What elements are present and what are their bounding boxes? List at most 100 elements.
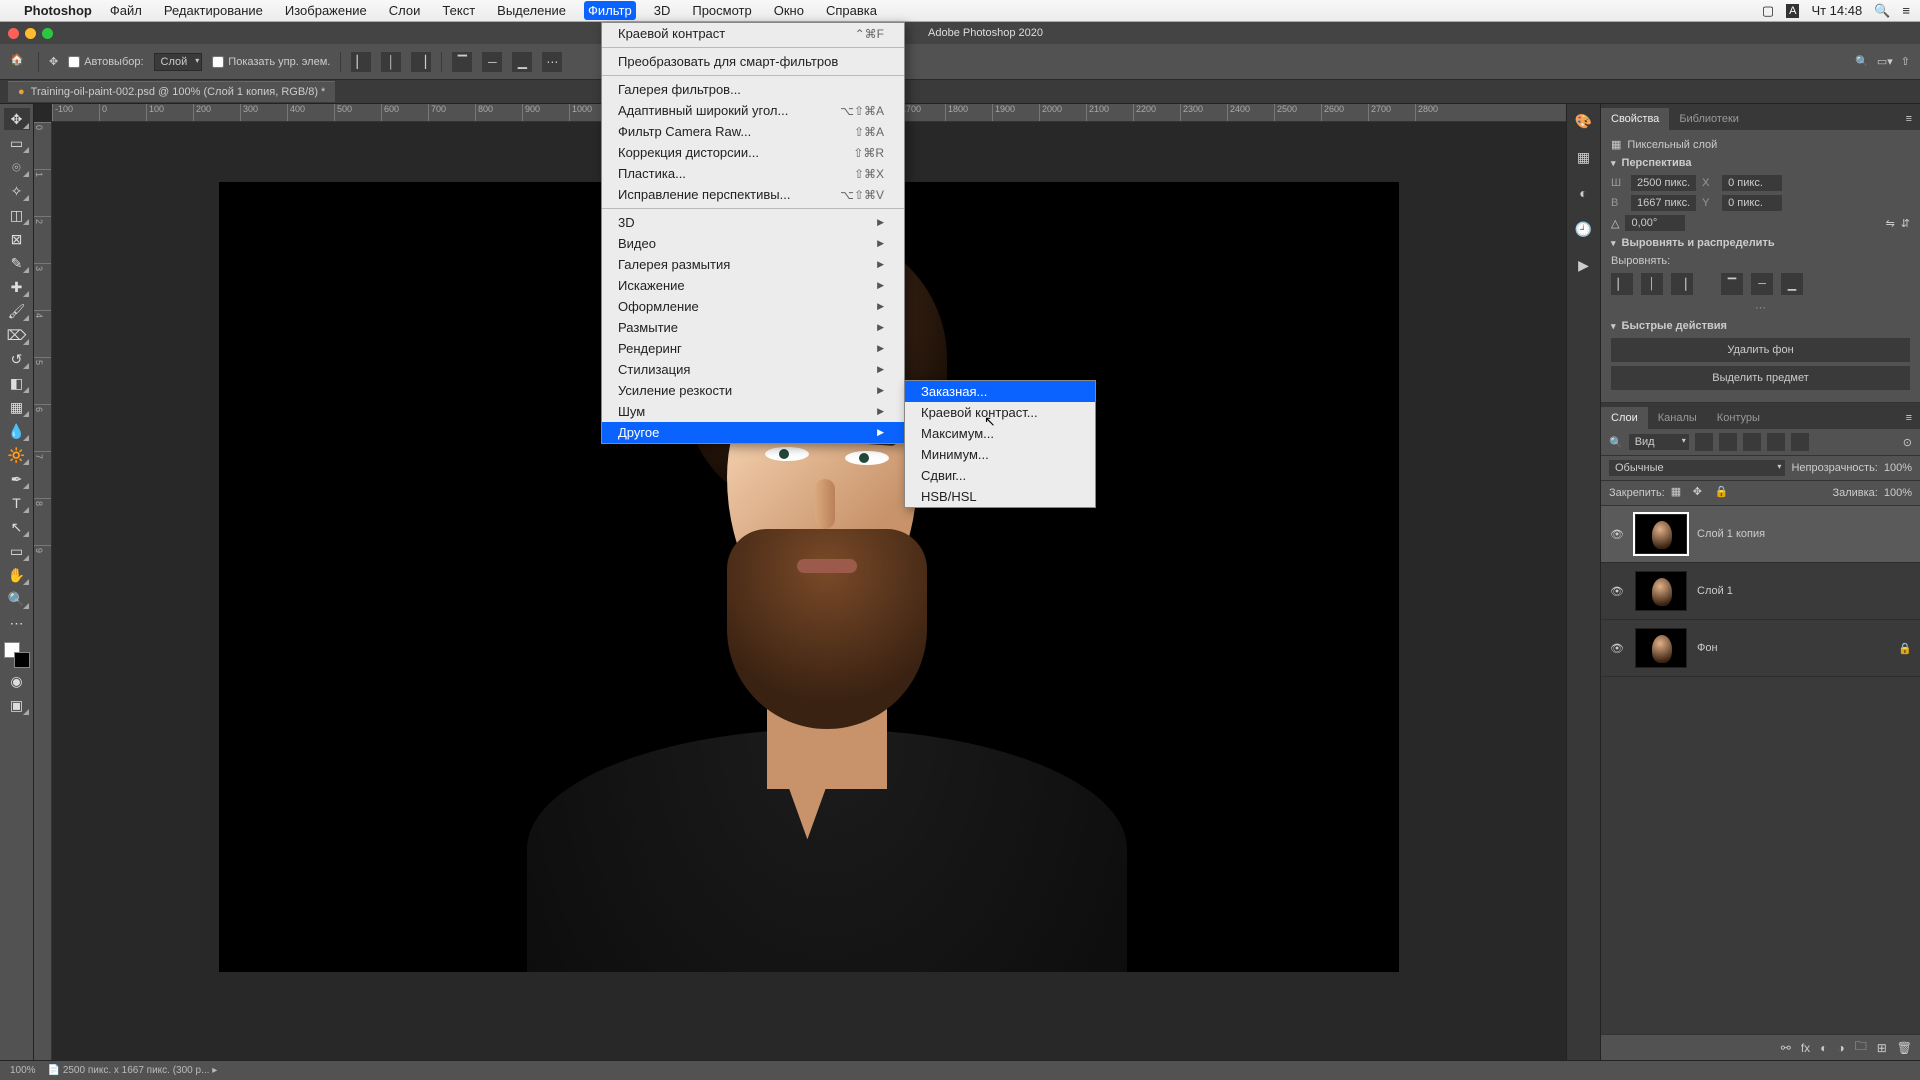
magic-wand-tool[interactable]: ✧ [4, 180, 30, 202]
align-vcenter-button[interactable]: ─ [1751, 273, 1773, 295]
layer-filter-kind[interactable]: Вид [1629, 434, 1689, 450]
align-section[interactable]: Выровнять и распределить [1611, 237, 1910, 249]
type-tool[interactable]: T [4, 492, 30, 514]
quickmask-icon[interactable]: ◉ [4, 670, 30, 692]
dodge-tool[interactable]: 🔆 [4, 444, 30, 466]
align-bottom-button[interactable]: ▁ [1781, 273, 1803, 295]
layer-row[interactable]: 👁 Слой 1 копия [1601, 506, 1920, 563]
spotlight-icon[interactable]: 🔍 [1874, 3, 1890, 19]
submenu-item[interactable]: Краевой контраст... [905, 402, 1095, 423]
zoom-window-button[interactable] [42, 28, 53, 39]
history-brush-tool[interactable]: ↺ [4, 348, 30, 370]
menu-file[interactable]: Файл [106, 1, 146, 20]
flip-h-icon[interactable]: ⇋ [1886, 217, 1895, 230]
menu-item[interactable]: Адаптивный широкий угол...⌥⇧⌘A [602, 100, 904, 121]
mask-icon[interactable]: ◐ [1820, 1041, 1827, 1055]
remove-background-button[interactable]: Удалить фон [1611, 338, 1910, 362]
tab-layers[interactable]: Слои [1601, 407, 1648, 429]
panel-menu-icon[interactable]: ≡ [1898, 108, 1920, 130]
layer-thumbnail[interactable] [1635, 628, 1687, 668]
visibility-icon[interactable]: 👁 [1609, 528, 1625, 541]
lang-icon[interactable]: А [1786, 4, 1799, 18]
layer-name[interactable]: Слой 1 [1697, 585, 1912, 597]
visibility-icon[interactable]: 👁 [1609, 585, 1625, 598]
artboard-tool[interactable]: ▭ [4, 132, 30, 154]
layer-row[interactable]: 👁 Слой 1 [1601, 563, 1920, 620]
path-tool[interactable]: ↖ [4, 516, 30, 538]
history-panel-icon[interactable]: 🕘 [1573, 218, 1595, 240]
menu-item[interactable]: Коррекция дисторсии...⇧⌘R [602, 142, 904, 163]
actions-panel-icon[interactable]: ▶ [1573, 254, 1595, 276]
more-align-icon[interactable]: ⋯ [1611, 301, 1910, 314]
app-name[interactable]: Photoshop [24, 3, 92, 18]
ruler-vertical[interactable]: 0123456789 [34, 122, 52, 1060]
lock-pixels-icon[interactable]: ▦ [1671, 485, 1687, 501]
menu-select[interactable]: Выделение [493, 1, 570, 20]
flip-v-icon[interactable]: ⇵ [1901, 217, 1910, 230]
workspace-icon[interactable]: ▭▾ [1877, 55, 1893, 68]
doc-info[interactable]: 📄 2500 пикс. x 1667 пикс. (300 p... ▸ [48, 1065, 218, 1076]
adjustment-layer-icon[interactable]: ◑ [1837, 1041, 1844, 1055]
eraser-tool[interactable]: ◧ [4, 372, 30, 394]
fill-value[interactable]: 100% [1884, 487, 1912, 499]
filter-type-icon[interactable] [1743, 433, 1761, 451]
search-icon[interactable]: 🔍 [1855, 55, 1869, 68]
color-swatches[interactable] [4, 642, 30, 668]
crop-tool[interactable]: ◫ [4, 204, 30, 226]
menu-item[interactable]: Исправление перспективы...⌥⇧⌘V [602, 184, 904, 205]
layer-row[interactable]: 👁Фон🔒 [1601, 620, 1920, 677]
menu-item[interactable]: Фильтр Camera Raw...⇧⌘A [602, 121, 904, 142]
menu-submenu-item[interactable]: Усиление резкости [602, 380, 904, 401]
group-icon[interactable]: 🗀 [1855, 1037, 1867, 1058]
swatches-panel-icon[interactable]: ▦ [1573, 146, 1595, 168]
zoom-tool[interactable]: 🔍 [4, 588, 30, 610]
tab-libraries[interactable]: Библиотеки [1669, 108, 1749, 130]
menu-submenu-item[interactable]: Шум [602, 401, 904, 422]
document-tab[interactable]: ● Training-oil-paint-002.psd @ 100% (Сло… [8, 81, 335, 102]
clone-stamp-tool[interactable]: ⌦ [4, 324, 30, 346]
visibility-icon[interactable]: 👁 [1609, 642, 1625, 655]
align-left-button[interactable]: ▏ [1611, 273, 1633, 295]
tab-channels[interactable]: Каналы [1648, 407, 1707, 429]
adjustments-panel-icon[interactable]: ◐ [1573, 182, 1595, 204]
layer-name[interactable]: Фон [1697, 642, 1888, 654]
quick-actions-section[interactable]: Быстрые действия [1611, 320, 1910, 332]
menu-3d[interactable]: 3D [650, 1, 675, 20]
align-top-button[interactable]: ▔ [1721, 273, 1743, 295]
close-window-button[interactable] [8, 28, 19, 39]
shape-tool[interactable]: ▭ [4, 540, 30, 562]
filter-smart-icon[interactable] [1791, 433, 1809, 451]
submenu-item[interactable]: Максимум... [905, 423, 1095, 444]
screen-icon[interactable]: ▢ [1762, 3, 1774, 19]
align-right-button[interactable]: ▕ [1671, 273, 1693, 295]
submenu-item[interactable]: Минимум... [905, 444, 1095, 465]
menu-help[interactable]: Справка [822, 1, 881, 20]
lock-position-icon[interactable]: ✥ [1693, 485, 1709, 501]
eyedropper-tool[interactable]: ✎ [4, 252, 30, 274]
menu-submenu-item[interactable]: Галерея размытия [602, 254, 904, 275]
tab-properties[interactable]: Свойства [1601, 108, 1669, 130]
gradient-tool[interactable]: ▦ [4, 396, 30, 418]
delete-layer-icon[interactable]: 🗑 [1897, 1041, 1912, 1055]
menu-item[interactable]: Галерея фильтров... [602, 79, 904, 100]
fx-icon[interactable]: fx [1801, 1041, 1810, 1055]
x-field[interactable]: 0 пикс. [1722, 175, 1782, 191]
menu-submenu-item[interactable]: Оформление [602, 296, 904, 317]
width-field[interactable]: 2500 пикс. [1631, 175, 1696, 191]
align-right-icon[interactable]: ▕ [411, 52, 431, 72]
filter-adjust-icon[interactable] [1719, 433, 1737, 451]
angle-field[interactable]: 0,00° [1625, 215, 1685, 231]
move-tool[interactable]: ✥ [4, 108, 30, 130]
filter-shape-icon[interactable] [1767, 433, 1785, 451]
menu-submenu-item[interactable]: Размытие [602, 317, 904, 338]
share-icon[interactable]: ⇧ [1901, 55, 1910, 68]
menu-submenu-item[interactable]: Искажение [602, 275, 904, 296]
submenu-item[interactable]: HSB/HSL [905, 486, 1095, 507]
layers-menu-icon[interactable]: ≡ [1898, 407, 1920, 429]
menu-submenu-item[interactable]: Видео [602, 233, 904, 254]
menu-convert-smart[interactable]: Преобразовать для смарт-фильтров [602, 51, 904, 72]
link-layers-icon[interactable]: ⚯ [1781, 1041, 1791, 1055]
blur-tool[interactable]: 💧 [4, 420, 30, 442]
layer-name[interactable]: Слой 1 копия [1697, 528, 1912, 540]
submenu-item[interactable]: Сдвиг... [905, 465, 1095, 486]
